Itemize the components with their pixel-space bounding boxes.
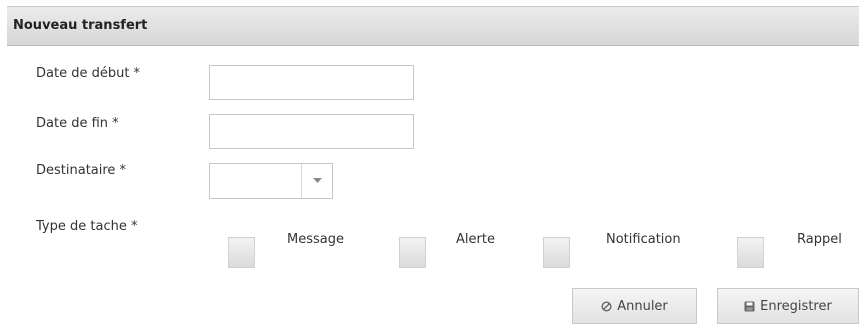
checkbox-label-notification: Notification <box>606 232 681 247</box>
start-date-label: Date de début * <box>36 66 141 81</box>
cancel-button[interactable]: Annuler <box>572 288 697 324</box>
panel-title: Nouveau transfert <box>13 18 148 33</box>
recipient-select[interactable] <box>209 163 333 199</box>
checkbox-alerte[interactable] <box>399 237 426 268</box>
recipient-label: Destinataire * <box>36 163 127 178</box>
save-button-label: Enregistrer <box>760 298 832 314</box>
end-date-label: Date de fin * <box>36 116 119 131</box>
checkbox-notification[interactable] <box>543 237 570 268</box>
checkbox-label-alerte: Alerte <box>456 232 495 247</box>
dropdown-toggle[interactable] <box>301 164 332 198</box>
cancel-circle-icon <box>601 300 612 312</box>
cancel-button-label: Annuler <box>617 298 668 314</box>
end-date-input[interactable] <box>209 114 414 149</box>
checkbox-label-rappel: Rappel <box>797 232 842 247</box>
chevron-down-icon <box>312 178 322 183</box>
save-button[interactable]: Enregistrer <box>717 288 859 324</box>
checkbox-label-message: Message <box>287 232 344 247</box>
checkbox-rappel[interactable] <box>737 237 764 268</box>
checkbox-message[interactable] <box>228 237 255 268</box>
start-date-input[interactable] <box>209 65 414 100</box>
panel-header: Nouveau transfert <box>7 6 859 46</box>
task-type-label: Type de tache * <box>36 219 138 234</box>
save-icon <box>744 301 755 312</box>
